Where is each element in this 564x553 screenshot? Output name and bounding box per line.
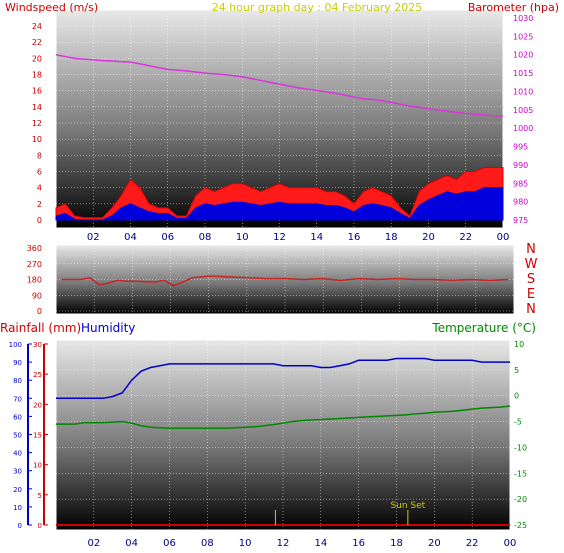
baro-y-tick: 1025 xyxy=(513,32,533,41)
direction-y-tick: 90 xyxy=(32,291,42,300)
wind-y-tick: 12 xyxy=(32,119,42,128)
temp-y-tick: -10 xyxy=(514,443,527,452)
weather-graph: 0 2 4 6 8 10 12 14 16 18 20 22 24 975 980 985 990 995 1000… xyxy=(0,0,564,549)
wind-y-tick: 16 xyxy=(32,87,42,96)
compass-label: S xyxy=(527,272,535,287)
wind-y-tick: 20 xyxy=(32,54,42,63)
wind-y-tick: 2 xyxy=(37,200,42,209)
rainfall-y-tick: 20 xyxy=(33,401,42,409)
humidity-y-tick: 60 xyxy=(13,413,22,421)
wind-y-tick: 14 xyxy=(32,103,42,112)
rainfall-y-tick: 10 xyxy=(33,462,42,470)
temp-x-tick: 10 xyxy=(239,538,252,549)
humidity-y-tick: 10 xyxy=(13,504,22,512)
baro-y-tick: 975 xyxy=(513,216,528,225)
compass-label: N xyxy=(526,302,536,317)
baro-y-tick: 995 xyxy=(513,143,528,152)
temp-y-tick: -25 xyxy=(514,521,527,530)
humidity-y-tick: 40 xyxy=(13,450,22,458)
humidity-y-tick: 100 xyxy=(9,341,22,349)
humidity-y-tick: 0 xyxy=(18,522,22,530)
direction-y-tick: 270 xyxy=(27,260,42,269)
baro-y-tick: 1005 xyxy=(513,106,533,115)
wind-axis-label: Windspeed (m/s) xyxy=(5,1,98,14)
wind-y-tick: 10 xyxy=(32,135,42,144)
temp-x-tick: 18 xyxy=(390,538,403,549)
temp-y-tick: 0 xyxy=(514,392,519,401)
wind-y-tick: 18 xyxy=(32,71,42,80)
wind-x-tick: 02 xyxy=(87,232,100,243)
wind-y-tick: 8 xyxy=(37,151,42,160)
sunset-annotation: Sun Set xyxy=(390,501,425,511)
temperature-axis-label: Temperature (°C) xyxy=(431,321,536,335)
baro-y-tick: 1010 xyxy=(513,87,533,96)
temp-x-tick: 08 xyxy=(201,538,214,549)
temp-x-tick: 12 xyxy=(277,538,290,549)
humidity-axis-label: Humidity xyxy=(81,321,135,335)
wind-x-tick: 16 xyxy=(348,232,361,243)
temp-x-tick: 14 xyxy=(314,538,327,549)
baro-y-tick: 1020 xyxy=(513,51,533,60)
wind-x-tick: 14 xyxy=(310,232,323,243)
compass-label: N xyxy=(526,242,536,257)
temp-y-tick: 10 xyxy=(514,340,524,349)
temp-y-tick: -15 xyxy=(514,469,527,478)
wind-y-tick: 22 xyxy=(32,38,42,47)
direction-y-tick: 180 xyxy=(27,276,42,285)
temp-panel-frame xyxy=(55,339,511,531)
wind-x-tick: 06 xyxy=(161,232,174,243)
wind-y-tick: 24 xyxy=(32,22,42,31)
wind-y-tick: 4 xyxy=(37,184,42,193)
compass-label: W xyxy=(525,257,538,272)
rainfall-y-tick: 30 xyxy=(33,341,42,349)
temp-x-tick: 06 xyxy=(163,538,176,549)
wind-x-tick: 00 xyxy=(497,232,510,243)
temp-x-tick: 22 xyxy=(466,538,479,549)
wind-y-tick: 0 xyxy=(37,216,42,225)
temp-x-tick: 00 xyxy=(504,538,517,549)
rainfall-axis-label: Rainfall (mm) xyxy=(0,321,81,335)
wind-x-tick: 20 xyxy=(422,232,435,243)
rainfall-y-tick: 5 xyxy=(38,492,42,500)
chart-title: 24 hour graph day : 04 February 2025 xyxy=(212,1,423,14)
temp-x-tick: 04 xyxy=(125,538,138,549)
baro-y-tick: 990 xyxy=(513,161,528,170)
humidity-y-tick: 20 xyxy=(13,486,22,494)
wind-y-tick: 6 xyxy=(37,168,42,177)
temp-x-tick: 02 xyxy=(87,538,100,549)
wind-x-tick: 08 xyxy=(199,232,212,243)
wind-x-tick: 10 xyxy=(236,232,249,243)
compass-label: E xyxy=(527,287,535,302)
weather-graph-svg: 0246810121416182022249759809859909951000… xyxy=(0,1,559,549)
baro-y-tick: 1000 xyxy=(513,124,533,133)
temp-y-tick: -5 xyxy=(514,418,522,427)
temp-x-tick: 16 xyxy=(352,538,365,549)
wind-x-tick: 22 xyxy=(459,232,472,243)
baro-y-tick: 1015 xyxy=(513,69,533,78)
direction-y-tick: 360 xyxy=(27,244,42,253)
humidity-y-tick: 50 xyxy=(13,432,22,440)
direction-y-tick: 0 xyxy=(37,307,42,316)
temp-x-tick: 20 xyxy=(428,538,441,549)
baro-y-tick: 1030 xyxy=(513,14,533,23)
wind-x-tick: 12 xyxy=(273,232,286,243)
humidity-y-tick: 70 xyxy=(13,395,22,403)
temp-y-tick: 5 xyxy=(514,366,519,375)
temp-y-tick: -20 xyxy=(514,495,527,504)
rainfall-y-tick: 0 xyxy=(38,522,42,530)
baro-y-tick: 985 xyxy=(513,179,528,188)
barometer-axis-label: Barometer (hpa) xyxy=(468,1,559,14)
rainfall-y-tick: 25 xyxy=(33,371,42,379)
wind-x-tick: 04 xyxy=(124,232,137,243)
humidity-y-tick: 90 xyxy=(13,359,22,367)
wind-x-tick: 18 xyxy=(385,232,398,243)
humidity-y-tick: 80 xyxy=(13,377,22,385)
rainfall-y-tick: 15 xyxy=(33,432,42,440)
humidity-y-tick: 30 xyxy=(13,468,22,476)
baro-y-tick: 980 xyxy=(513,198,528,207)
